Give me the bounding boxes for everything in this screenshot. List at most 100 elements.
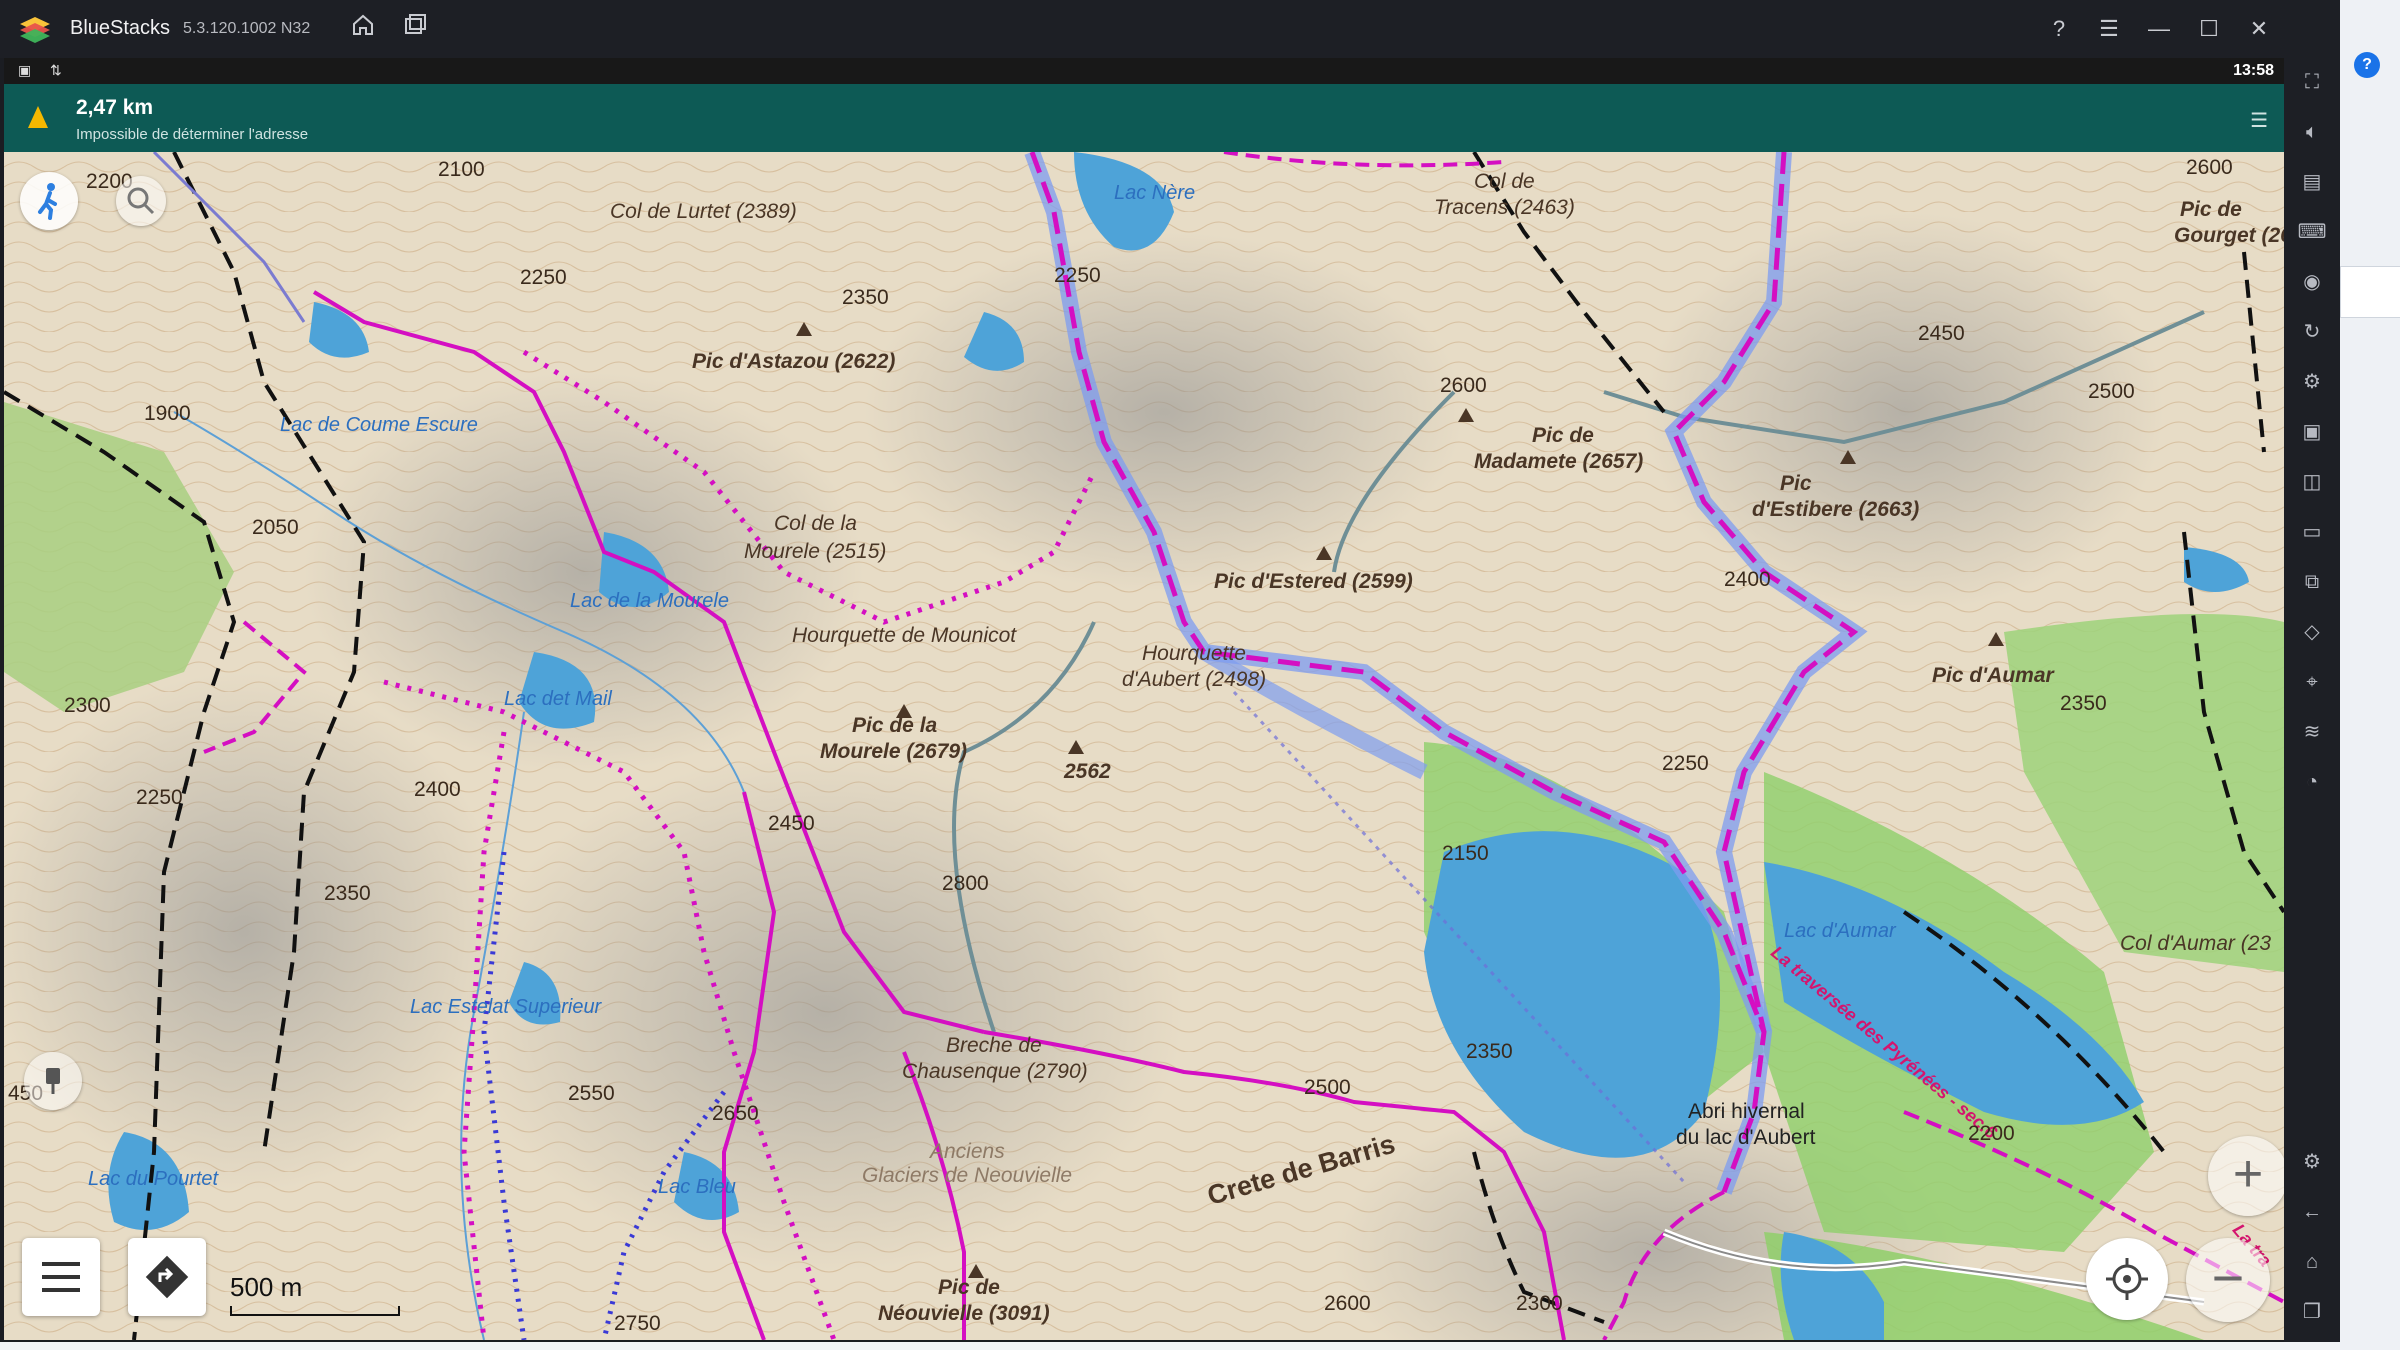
walking-mode-button[interactable]	[20, 172, 78, 230]
altitude-label: 2600	[2186, 156, 2233, 179]
desktop-window-edge	[2340, 266, 2400, 318]
record-icon[interactable]: ◉	[2296, 266, 2328, 298]
distance-remaining: 2,47 km	[76, 96, 154, 119]
hiker-icon	[38, 183, 57, 220]
label-col-tracens-b: Tracens (2463)	[1434, 196, 1575, 219]
altitude-label: 2100	[438, 158, 485, 181]
screenshot-icon[interactable]: ◫	[2296, 466, 2328, 498]
label-pic-estibere-b: d'Estibere (2663)	[1752, 498, 1920, 521]
settings-icon[interactable]: ⚙	[2296, 1146, 2328, 1178]
help-badge-icon[interactable]: ?	[2354, 52, 2380, 78]
layers-icon[interactable]: ≋	[2296, 716, 2328, 748]
list-icon[interactable]: ☰	[2250, 108, 2268, 133]
label-pic-aumar: Pic d'Aumar	[1932, 664, 2054, 687]
app-title: BlueStacks	[70, 17, 171, 39]
bluestacks-logo-icon	[20, 17, 50, 43]
eco-mode-icon[interactable]: ◇	[2296, 616, 2328, 648]
label-col-lurtet: Col de Lurtet (2389)	[610, 200, 797, 223]
label-col-mourele-a: Col de la	[774, 512, 857, 535]
altitude-label: 2350	[842, 286, 889, 309]
volume-icon[interactable]: 🔈︎	[2296, 116, 2328, 148]
altitude-label: 2500	[2088, 380, 2135, 403]
altitude-label: 2300	[1516, 1292, 1563, 1315]
altitude-label: 2350	[1466, 1040, 1513, 1063]
map-layers-button[interactable]	[24, 1052, 82, 1110]
notification-icon: ▣	[18, 62, 32, 78]
label-col-mourele-b: Mourele (2515)	[744, 540, 887, 563]
main-menu-button[interactable]	[22, 1238, 100, 1316]
minimize-button[interactable]: —	[2142, 12, 2176, 46]
macro-icon[interactable]: ⚙	[2296, 366, 2328, 398]
scale-label: 500 m	[230, 1272, 303, 1302]
home-icon[interactable]	[346, 12, 380, 46]
bluestacks-sidebar: ⛶ 🔈︎ ▤ ⌨ ◉ ↻ ⚙ ▣ ◫ ▭ ⧉ ◇ ⌖ ≋ ◔ ⚙ ← ⌂ ❐	[2284, 0, 2340, 1342]
rotate-icon[interactable]: ↻	[2296, 316, 2328, 348]
altitude-label: 2250	[1054, 264, 1101, 287]
altitude-label: 2250	[136, 786, 183, 809]
label-pic-estibere-a: Pic	[1780, 472, 1812, 495]
scale-line	[230, 1306, 400, 1316]
keyboard-icon[interactable]: ⌨	[2296, 216, 2328, 248]
label-col-tracens-a: Col de	[1474, 170, 1535, 193]
multi-window-icon[interactable]: ⧉	[2296, 566, 2328, 598]
altitude-label: 2400	[414, 778, 461, 801]
label-pic-madamete-a: Pic de	[1532, 424, 1594, 447]
search-button[interactable]	[116, 176, 166, 226]
label-anciens-a: Anciens	[930, 1140, 1005, 1163]
label-lac-coume: Lac de Coume Escure	[280, 414, 478, 436]
altitude-label: 2650	[712, 1102, 759, 1125]
bluestacks-window: BlueStacks 5.3.120.1002 N32 ? ☰ — ☐ ✕ « …	[0, 0, 2340, 1342]
label-lac-det-mail: Lac det Mail	[504, 688, 612, 710]
zoom-out-button[interactable]: −	[2186, 1238, 2270, 1322]
menu-button[interactable]: ☰	[2092, 12, 2126, 46]
close-button[interactable]: ✕	[2242, 12, 2276, 46]
back-icon[interactable]: ←	[2296, 1196, 2328, 1228]
altitude-label: 2200	[1968, 1122, 2015, 1145]
altitude-label: 2600	[1324, 1292, 1371, 1315]
map-pin-icon	[46, 1068, 60, 1094]
multi-instance-icon[interactable]	[398, 12, 432, 46]
desktop-background: ?	[2340, 0, 2400, 1350]
directions-icon	[145, 1255, 189, 1299]
label-abri-b: du lac d'Aubert	[1676, 1126, 1816, 1149]
altitude-label: 2800	[942, 872, 989, 895]
directions-button[interactable]	[128, 1238, 206, 1316]
label-lac-nere: Lac Nère	[1114, 182, 1196, 204]
altitude-label: 2350	[324, 882, 371, 905]
apk-icon[interactable]: ▣	[2296, 416, 2328, 448]
label-lac-bleu: Lac Bleu	[658, 1176, 736, 1198]
altitude-label: 2550	[568, 1082, 615, 1105]
zoom-in-button[interactable]: +	[2208, 1136, 2284, 1216]
recent-apps-icon[interactable]: ❐	[2296, 1296, 2328, 1328]
android-home-icon[interactable]: ⌂	[2296, 1246, 2328, 1278]
media-icon[interactable]: ▤	[2296, 166, 2328, 198]
help-button[interactable]: ?	[2042, 12, 2076, 46]
speed-icon[interactable]: ◔	[2296, 766, 2328, 798]
android-status-bar: ▣ ⇅ 13:58	[4, 58, 2284, 84]
app-version: 5.3.120.1002 N32	[183, 20, 311, 37]
label-pic-neouvielle-b: Néouvielle (3091)	[878, 1302, 1050, 1325]
topographic-map[interactable]: Col de Lurtet (2389) Col de Tracens (246…	[4, 152, 2284, 1340]
label-pic-mourele-a: Pic de la	[852, 714, 938, 737]
altitude-label: 2750	[614, 1312, 661, 1335]
label-anciens-b: Glaciers de Neouvielle	[862, 1164, 1073, 1187]
label-pic-gourget-a: Pic de	[2180, 198, 2242, 221]
altitude-label: 2450	[768, 812, 815, 835]
altitude-label: 2150	[1442, 842, 1489, 865]
label-pic-estered: Pic d'Estered (2599)	[1214, 570, 1413, 593]
folder-icon[interactable]: ▭	[2296, 516, 2328, 548]
search-icon	[127, 187, 155, 215]
navigation-header: 2,47 km Impossible de déterminer l'adres…	[4, 84, 2284, 152]
label-lac-aumar: Lac d'Aumar	[1784, 920, 1896, 942]
altitude-label: 2450	[1918, 322, 1965, 345]
label-pic-gourget-b: Gourget (2619	[2174, 224, 2284, 247]
altitude-label: 2600	[1440, 374, 1487, 397]
maximize-button[interactable]: ☐	[2192, 12, 2226, 46]
altitude-label: 2300	[64, 694, 111, 717]
label-lac-mourele: Lac de la Mourele	[570, 590, 729, 612]
altitude-label: 1900	[144, 402, 191, 425]
my-location-button[interactable]	[2086, 1238, 2168, 1320]
location-icon[interactable]: ⌖	[2296, 666, 2328, 698]
fullscreen-icon[interactable]: ⛶	[2296, 66, 2328, 98]
altitude-label: 2400	[1724, 568, 1771, 591]
